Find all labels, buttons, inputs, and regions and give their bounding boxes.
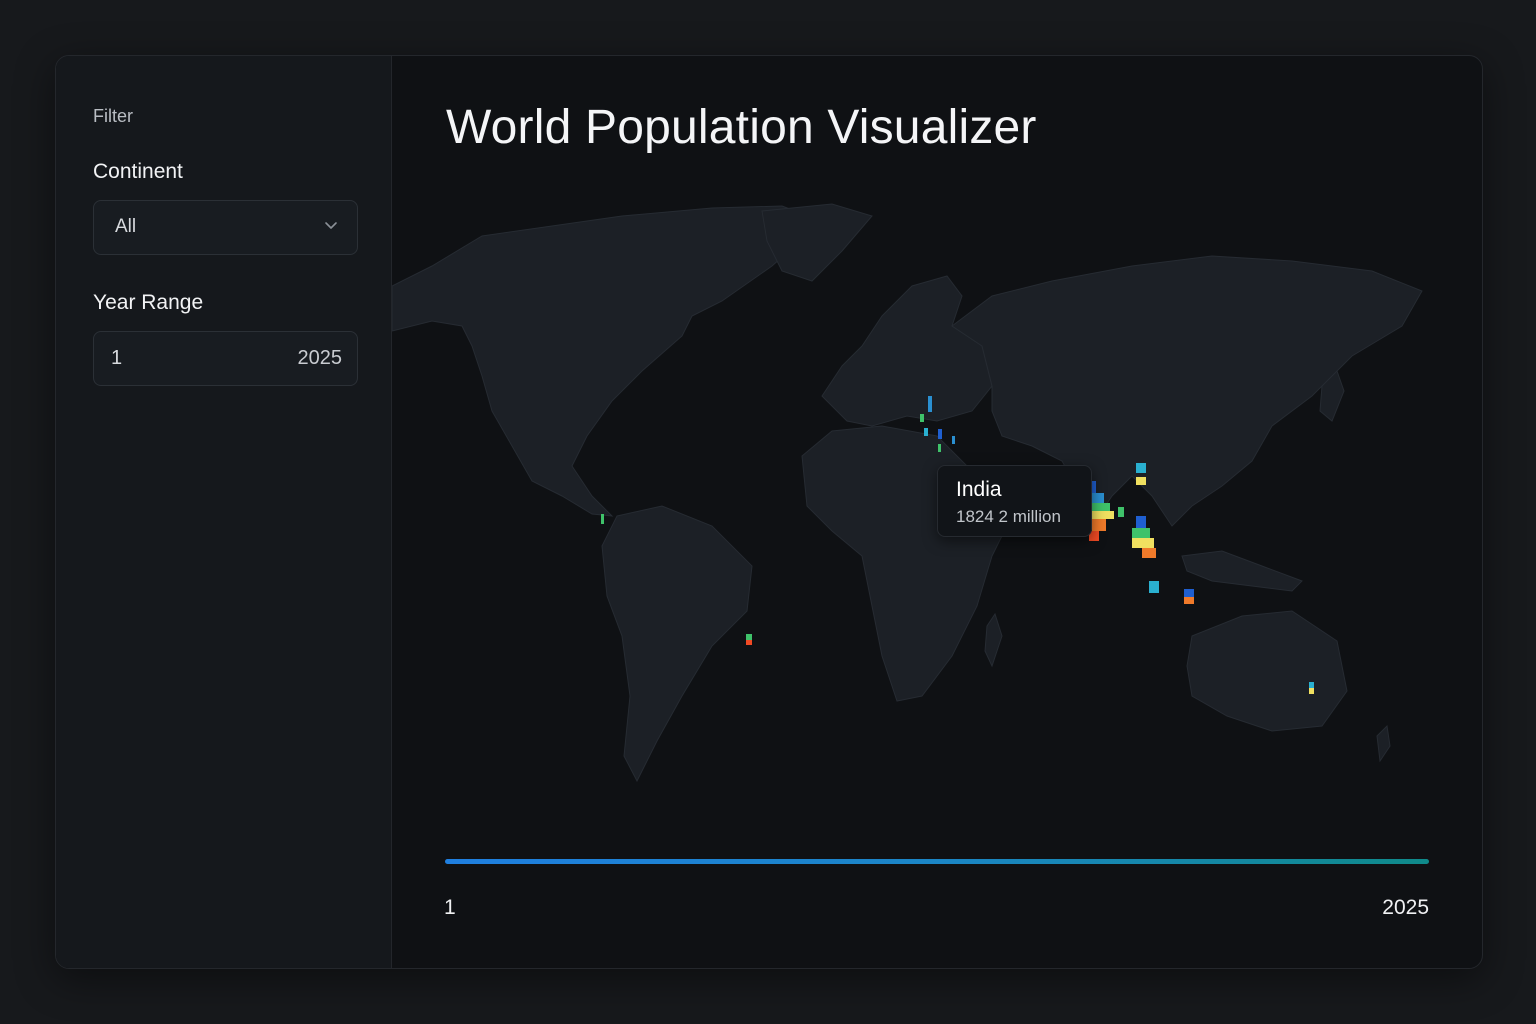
new-zealand-landmass — [1376, 724, 1391, 763]
tooltip-country: India — [956, 478, 1002, 501]
page-title: World Population Visualizer — [446, 101, 1037, 154]
year-range-label: Year Range — [93, 291, 204, 314]
continent-select[interactable]: All — [93, 200, 358, 255]
australia-landmass — [1186, 610, 1348, 732]
sea-heat-3 — [1132, 538, 1154, 548]
timeline-end-label: 2025 — [1382, 896, 1429, 919]
europe-heat-5 — [938, 444, 941, 452]
continent-select-value: All — [115, 216, 137, 237]
map-tooltip: India 1824 2 million — [937, 465, 1092, 537]
europe-heat-4 — [938, 429, 942, 439]
usa-heat — [601, 514, 604, 524]
chevron-down-icon — [325, 222, 337, 229]
year-range-max[interactable]: 2025 — [298, 347, 343, 370]
sea-heat-5 — [1149, 581, 1159, 593]
brazil-heat-1 — [746, 634, 752, 640]
madagascar-landmass — [984, 612, 1003, 668]
sea-heat-4 — [1142, 548, 1156, 558]
south-america-landmass — [601, 505, 753, 783]
tooltip-population: 1824 2 million — [956, 507, 1061, 526]
china-heat-2 — [1136, 477, 1146, 485]
filter-sidebar: Filter Continent All Year Range 1 2025 — [56, 56, 392, 968]
india-heat-band-5 — [1092, 519, 1106, 531]
continent-label: Continent — [93, 160, 183, 183]
europe-heat-3 — [924, 428, 928, 436]
app-window: Filter Continent All Year Range 1 2025 W… — [55, 55, 1483, 969]
indonesia-landmass — [1181, 550, 1303, 592]
brazil-heat-2 — [746, 640, 752, 645]
australia-heat-1 — [1309, 682, 1314, 688]
filter-heading: Filter — [93, 106, 133, 126]
europe-landmass — [821, 275, 993, 427]
timeline-start-label: 1 — [444, 896, 456, 919]
australia-heat-2 — [1309, 688, 1314, 694]
north-america-landmass — [392, 205, 823, 517]
year-range-min[interactable]: 1 — [111, 347, 122, 370]
china-heat-1 — [1136, 463, 1146, 473]
year-timeline-slider[interactable] — [445, 859, 1429, 864]
year-range-input[interactable]: 1 2025 — [93, 331, 358, 386]
bangladesh-heat — [1118, 507, 1124, 517]
main-panel: World Population Visualizer India 1824 2… — [392, 56, 1482, 968]
greenland-landmass — [761, 203, 873, 282]
europe-heat-6 — [952, 436, 955, 444]
sea-heat-1 — [1136, 516, 1146, 528]
sea-heat-2 — [1132, 528, 1150, 538]
indonesia-heat-1 — [1184, 589, 1194, 597]
europe-heat-2 — [920, 414, 924, 422]
europe-heat-1 — [928, 396, 932, 412]
indonesia-heat-2 — [1184, 597, 1194, 604]
